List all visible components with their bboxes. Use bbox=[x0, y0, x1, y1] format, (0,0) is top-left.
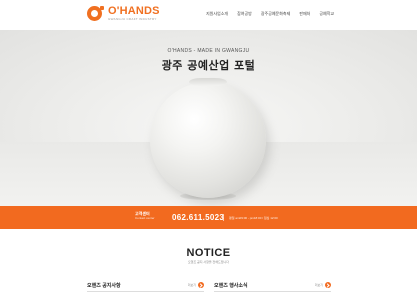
nav-item-stores[interactable]: 판매처 bbox=[299, 11, 310, 17]
contact-label-en: Contact center bbox=[135, 215, 155, 220]
site-header: O'HANDS GWANGJU CRAFT INDUSTRY 지원사업소개 참여… bbox=[0, 0, 417, 30]
contact-hours: 평일 am09:00 - pm18:00 / 점심 12:00 bbox=[229, 216, 278, 220]
nav-item-festival[interactable]: 광주공예문화축제 bbox=[261, 11, 290, 17]
hero-title: 광주 공예산업 포털 bbox=[161, 59, 256, 72]
moon-jar-image bbox=[150, 82, 266, 198]
contact-bar: 고객센터 Contact center 062.611.5023 평일 am09… bbox=[0, 206, 417, 229]
notice-panel-title: 오핸즈 공지사항 bbox=[87, 282, 121, 289]
main-nav: 지원사업소개 참여공방 광주공예문화축제 판매처 공예학교 bbox=[206, 11, 334, 17]
chevron-right-icon[interactable] bbox=[198, 282, 204, 288]
hero-kicker: O'HANDS - MADE IN GWANGJU bbox=[167, 48, 250, 54]
logo-mark-icon bbox=[87, 6, 104, 21]
nav-item-school[interactable]: 공예학교 bbox=[319, 11, 334, 17]
events-more-label: 더보기 bbox=[314, 283, 323, 287]
contact-label: 고객센터 Contact center bbox=[135, 211, 155, 220]
events-more-link[interactable]: 더보기 bbox=[315, 282, 331, 288]
chevron-right-icon[interactable] bbox=[325, 282, 331, 288]
notice-more-link[interactable]: 더보기 bbox=[188, 282, 204, 288]
moon-jar-neck bbox=[189, 78, 227, 86]
notice-subtitle: 오핸즈 공지 사항을 전해드립니다 bbox=[187, 260, 230, 264]
events-panel-title: 오핸즈 행사소식 bbox=[214, 282, 248, 289]
hero-banner: O'HANDS - MADE IN GWANGJU 광주 공예산업 포털 bbox=[0, 30, 417, 206]
events-panel-header: 오핸즈 행사소식 더보기 bbox=[214, 280, 331, 290]
notice-title: NOTICE bbox=[186, 247, 231, 259]
nav-item-support[interactable]: 지원사업소개 bbox=[206, 11, 228, 17]
notice-more-label: 더보기 bbox=[187, 283, 196, 287]
logo-subtitle: GWANGJU CRAFT INDUSTRY bbox=[108, 17, 157, 21]
logo-word: O'HANDS bbox=[108, 5, 160, 17]
nav-item-workshops[interactable]: 참여공방 bbox=[237, 11, 252, 17]
logo[interactable]: O'HANDS GWANGJU CRAFT INDUSTRY bbox=[87, 6, 160, 21]
contact-phone[interactable]: 062.611.5023 bbox=[172, 213, 224, 222]
notice-panel-header: 오핸즈 공지사항 더보기 bbox=[87, 280, 204, 290]
logo-text: O'HANDS GWANGJU CRAFT INDUSTRY bbox=[108, 6, 160, 21]
contact-divider bbox=[223, 214, 224, 221]
